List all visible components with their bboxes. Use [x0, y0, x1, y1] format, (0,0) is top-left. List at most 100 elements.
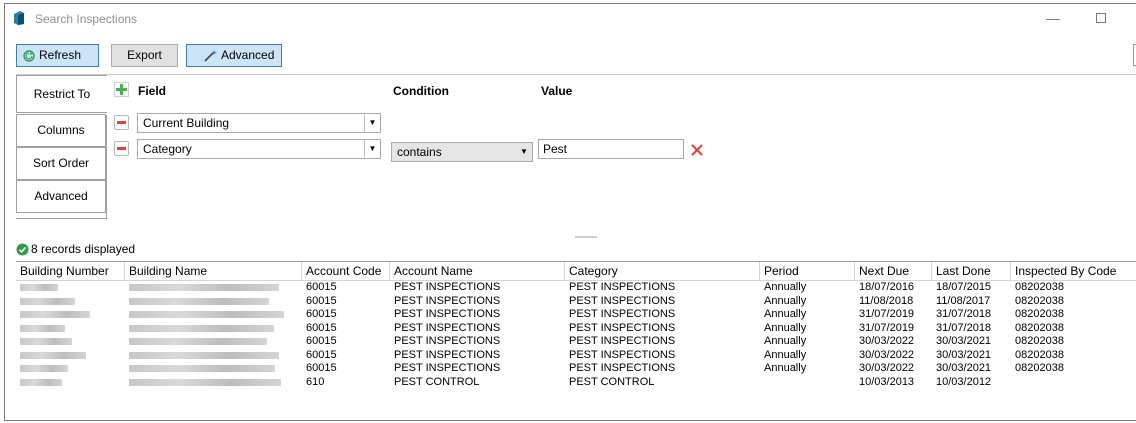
- field-select[interactable]: Current Building ▼: [137, 113, 381, 133]
- table-cell: 31/07/2019: [859, 308, 915, 320]
- redacted-text: [129, 284, 279, 291]
- table-cell: Annually: [764, 308, 807, 320]
- table-cell: 11/08/2018: [859, 294, 914, 307]
- search-inspections-window: Search Inspections — Refresh Export Adva…: [4, 3, 1136, 421]
- grid-body: 60015 PEST INSPECTIONS PEST INSPECTIONS Ann…: [16, 281, 1136, 389]
- table-row[interactable]: 610 PEST CONTROL PEST CONTROL 10/03/2013 10/…: [16, 376, 1136, 390]
- filter-panel: Restrict To Columns Sort Order Advanced …: [16, 74, 1136, 234]
- table-cell: [760, 376, 855, 390]
- tab-divider: [16, 218, 107, 219]
- records-status: 8 records displayed: [16, 242, 135, 256]
- column-header[interactable]: Inspected By Code: [1011, 262, 1136, 281]
- table-cell: [125, 376, 302, 390]
- table-cell: PEST INSPECTIONS: [569, 348, 676, 361]
- maximize-button[interactable]: [1088, 7, 1114, 29]
- remove-condition-icon[interactable]: [114, 141, 129, 156]
- table-cell: 31/07/2019: [859, 321, 915, 334]
- table-cell: 31/07/2018: [936, 308, 992, 320]
- tab-label: Columns: [37, 123, 85, 137]
- column-header[interactable]: Building Name: [125, 262, 302, 281]
- redacted-text: [129, 297, 269, 305]
- remove-condition-icon[interactable]: [114, 115, 129, 130]
- table-cell: [125, 362, 302, 376]
- value-input[interactable]: [538, 139, 684, 159]
- tab-sort-order[interactable]: Sort Order: [16, 147, 106, 180]
- table-cell: 30/03/2022: [859, 362, 915, 374]
- table-row[interactable]: 60015 PEST INSPECTIONS PEST INSPECTIONS Ann…: [16, 281, 1136, 295]
- redacted-text: [20, 284, 58, 291]
- table-cell: [16, 335, 125, 349]
- table-cell: PEST INSPECTIONS: [569, 362, 676, 374]
- table-row[interactable]: 60015 PEST INSPECTIONS PEST INSPECTIONS Ann…: [16, 335, 1136, 349]
- table-cell: 30/03/2021: [936, 348, 992, 361]
- table-cell: 60015: [306, 281, 337, 293]
- condition-select[interactable]: contains ▼: [391, 142, 533, 162]
- table-row[interactable]: 60015 PEST INSPECTIONS PEST INSPECTIONS Ann…: [16, 308, 1136, 322]
- export-button[interactable]: Export: [111, 44, 178, 67]
- table-cell: [16, 322, 125, 336]
- column-header[interactable]: Building Number: [16, 262, 125, 281]
- table-cell: [16, 376, 125, 390]
- refresh-label: Refresh: [39, 48, 82, 62]
- field-select-value: Category: [143, 142, 192, 156]
- table-cell: 60015: [306, 348, 337, 361]
- splitter-handle[interactable]: [575, 236, 597, 238]
- field-select-value: Current Building: [143, 116, 230, 130]
- redacted-text: [129, 324, 274, 332]
- table-cell: 08202038: [1015, 294, 1064, 307]
- magic-wand-icon: [204, 49, 217, 62]
- table-cell: [16, 349, 125, 363]
- redacted-text: [129, 338, 267, 345]
- table-cell: [125, 308, 302, 322]
- redacted-text: [20, 311, 90, 318]
- advanced-button[interactable]: Advanced: [186, 44, 282, 67]
- table-cell: 30/03/2022: [859, 335, 915, 347]
- table-row[interactable]: 60015 PEST INSPECTIONS PEST INSPECTIONS Ann…: [16, 349, 1136, 363]
- table-cell: Annually: [764, 281, 807, 293]
- maximize-icon: [1096, 13, 1106, 23]
- tab-label: Advanced: [34, 189, 88, 203]
- table-cell: 18/07/2015: [936, 281, 992, 293]
- table-cell: PEST INSPECTIONS: [394, 321, 501, 334]
- table-cell: 610: [306, 375, 325, 388]
- column-header[interactable]: Period: [760, 262, 855, 281]
- table-row[interactable]: 60015 PEST INSPECTIONS PEST INSPECTIONS Ann…: [16, 362, 1136, 376]
- refresh-button[interactable]: Refresh: [16, 44, 99, 67]
- field-select[interactable]: Category ▼: [137, 139, 381, 159]
- table-cell: [1011, 376, 1136, 390]
- column-header[interactable]: Next Due: [855, 262, 932, 281]
- column-header[interactable]: Account Code: [302, 262, 390, 281]
- table-cell: [125, 281, 302, 295]
- table-row[interactable]: 60015 PEST INSPECTIONS PEST INSPECTIONS Ann…: [16, 295, 1136, 309]
- add-condition-icon[interactable]: [114, 82, 129, 97]
- redacted-text: [20, 378, 62, 386]
- table-cell: 60015: [306, 308, 337, 320]
- tab-label: Restrict To: [33, 87, 91, 101]
- table-cell: PEST INSPECTIONS: [569, 294, 676, 307]
- redacted-text: [129, 365, 275, 372]
- table-cell: 31/07/2018: [936, 321, 992, 334]
- chevron-down-icon: ▼: [520, 147, 528, 156]
- table-row[interactable]: 60015 PEST INSPECTIONS PEST INSPECTIONS Ann…: [16, 322, 1136, 336]
- tab-restrict-to[interactable]: Restrict To: [16, 75, 107, 113]
- table-cell: Annually: [764, 294, 807, 307]
- table-cell: [125, 322, 302, 336]
- tab-advanced[interactable]: Advanced: [16, 180, 106, 213]
- table-cell: [125, 335, 302, 349]
- table-cell: [125, 349, 302, 363]
- column-header[interactable]: Account Name: [390, 262, 565, 281]
- table-cell: PEST INSPECTIONS: [569, 335, 676, 347]
- table-cell: [16, 308, 125, 322]
- column-header[interactable]: Last Done: [932, 262, 1011, 281]
- clear-value-icon[interactable]: [690, 143, 704, 157]
- condition-select-value: contains: [397, 145, 442, 159]
- tab-label: Sort Order: [32, 156, 89, 170]
- table-cell: 60015: [306, 335, 337, 347]
- table-cell: PEST INSPECTIONS: [394, 335, 501, 347]
- chevron-down-icon: ▼: [364, 114, 380, 132]
- table-cell: PEST CONTROL: [394, 375, 480, 388]
- minimize-button[interactable]: —: [1040, 7, 1066, 29]
- column-header[interactable]: Category: [565, 262, 760, 281]
- tab-columns[interactable]: Columns: [16, 114, 106, 147]
- redacted-text: [20, 297, 75, 305]
